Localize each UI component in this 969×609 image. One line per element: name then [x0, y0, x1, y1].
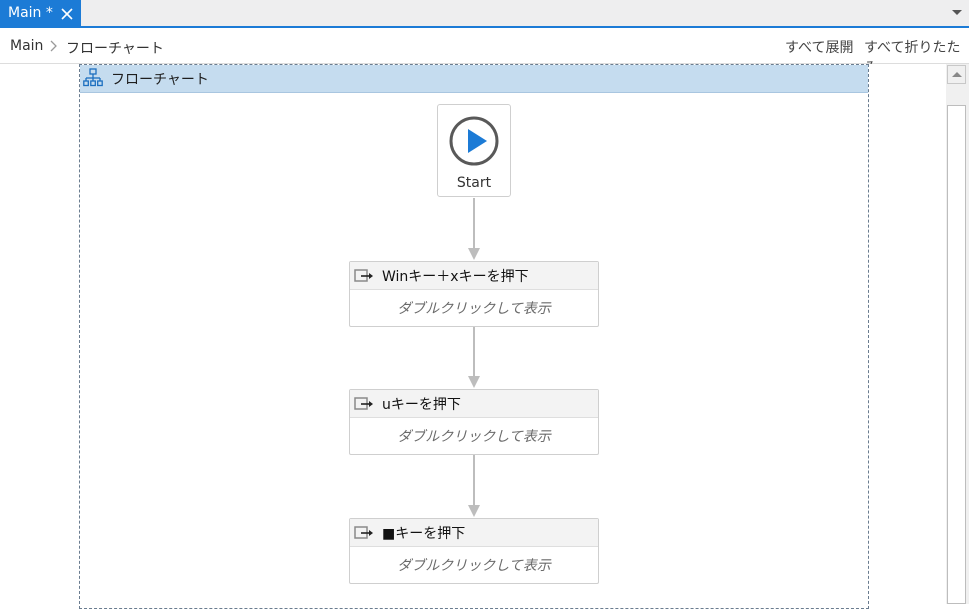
send-keys-icon [354, 269, 373, 282]
tab-dropdown-icon[interactable] [952, 10, 962, 15]
activity-header: ■キーを押下 [350, 519, 598, 547]
activity-title: uキーを押下 [382, 397, 461, 413]
close-icon[interactable] [60, 7, 74, 21]
breadcrumb-bar: Main フローチャート すべて展開 すべて折りたたみ [0, 28, 969, 76]
chevron-right-icon [50, 40, 57, 52]
scrollbar-thumb[interactable] [947, 105, 966, 604]
activity-hint: ダブルクリックして表示 [397, 429, 551, 445]
scroll-up-arrow-icon[interactable] [947, 65, 966, 84]
vertical-scrollbar[interactable] [946, 64, 969, 604]
send-keys-icon [354, 526, 373, 539]
tab-main[interactable]: Main * [0, 0, 81, 28]
breadcrumb-root[interactable]: Main [10, 38, 43, 54]
activity-card[interactable]: ■キーを押下 ダブルクリックして表示 [349, 518, 599, 584]
activity-hint: ダブルクリックして表示 [397, 301, 551, 317]
send-keys-icon [354, 397, 373, 410]
activity-title: Winキー＋xキーを押下 [382, 269, 529, 285]
flowchart-title: フローチャート [111, 72, 209, 88]
breadcrumb-current[interactable]: フローチャート [66, 38, 164, 58]
start-node[interactable]: Start [437, 104, 511, 197]
tab-title: Main * [8, 5, 53, 21]
expand-all-link[interactable]: すべて展開 [785, 37, 853, 57]
activity-card[interactable]: Winキー＋xキーを押下 ダブルクリックして表示 [349, 261, 599, 327]
start-label: Start [456, 175, 492, 191]
flowchart-header[interactable]: フローチャート [80, 65, 868, 93]
activity-title: ■キーを押下 [382, 526, 466, 542]
activity-card[interactable]: uキーを押下 ダブルクリックして表示 [349, 389, 599, 455]
document-tabstrip: Main * [0, 0, 969, 28]
play-icon [449, 116, 499, 166]
flowchart-icon [83, 68, 103, 87]
activity-header: uキーを押下 [350, 390, 598, 418]
activity-header: Winキー＋xキーを押下 [350, 262, 598, 290]
activity-hint: ダブルクリックして表示 [397, 558, 551, 574]
